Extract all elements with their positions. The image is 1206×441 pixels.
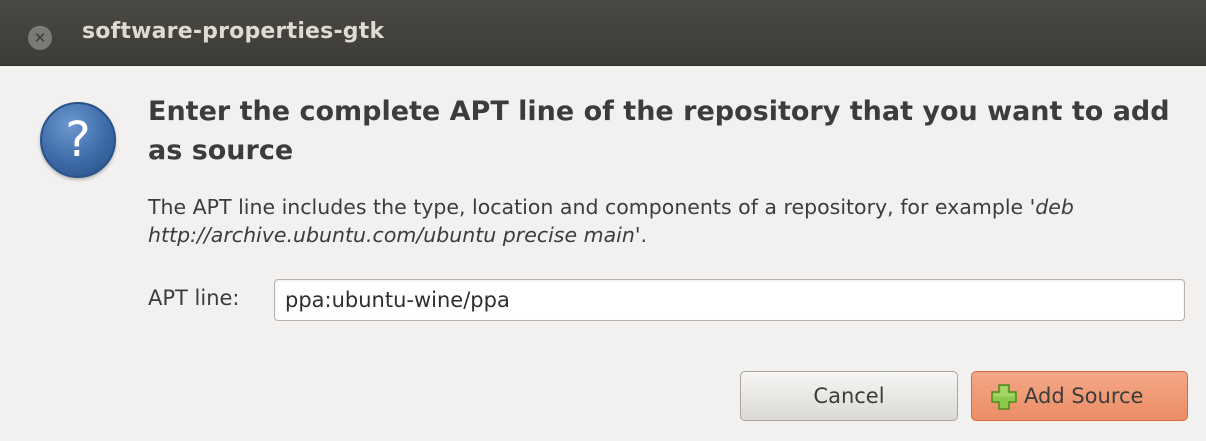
- cancel-button[interactable]: Cancel: [740, 371, 958, 421]
- apt-line-input[interactable]: [274, 279, 1185, 321]
- description-text: The APT line includes the type, location…: [148, 195, 1036, 219]
- title-bar[interactable]: ✕ software-properties-gtk: [0, 0, 1206, 66]
- dialog-description: The APT line includes the type, location…: [148, 193, 1188, 249]
- window-title: software-properties-gtk: [82, 19, 385, 44]
- add-source-label: Add Source: [1024, 384, 1144, 408]
- plus-icon: [991, 384, 1017, 410]
- add-source-button[interactable]: Add Source: [971, 371, 1188, 421]
- close-icon: ✕: [33, 29, 47, 47]
- description-suffix: '.: [634, 223, 647, 247]
- dialog-heading: Enter the complete APT line of the repos…: [148, 96, 1170, 166]
- close-button[interactable]: ✕: [28, 26, 52, 50]
- dialog-window: ✕ software-properties-gtk ? Enter the co…: [0, 0, 1206, 441]
- question-icon: ?: [40, 102, 116, 178]
- apt-line-label: APT line:: [148, 286, 240, 310]
